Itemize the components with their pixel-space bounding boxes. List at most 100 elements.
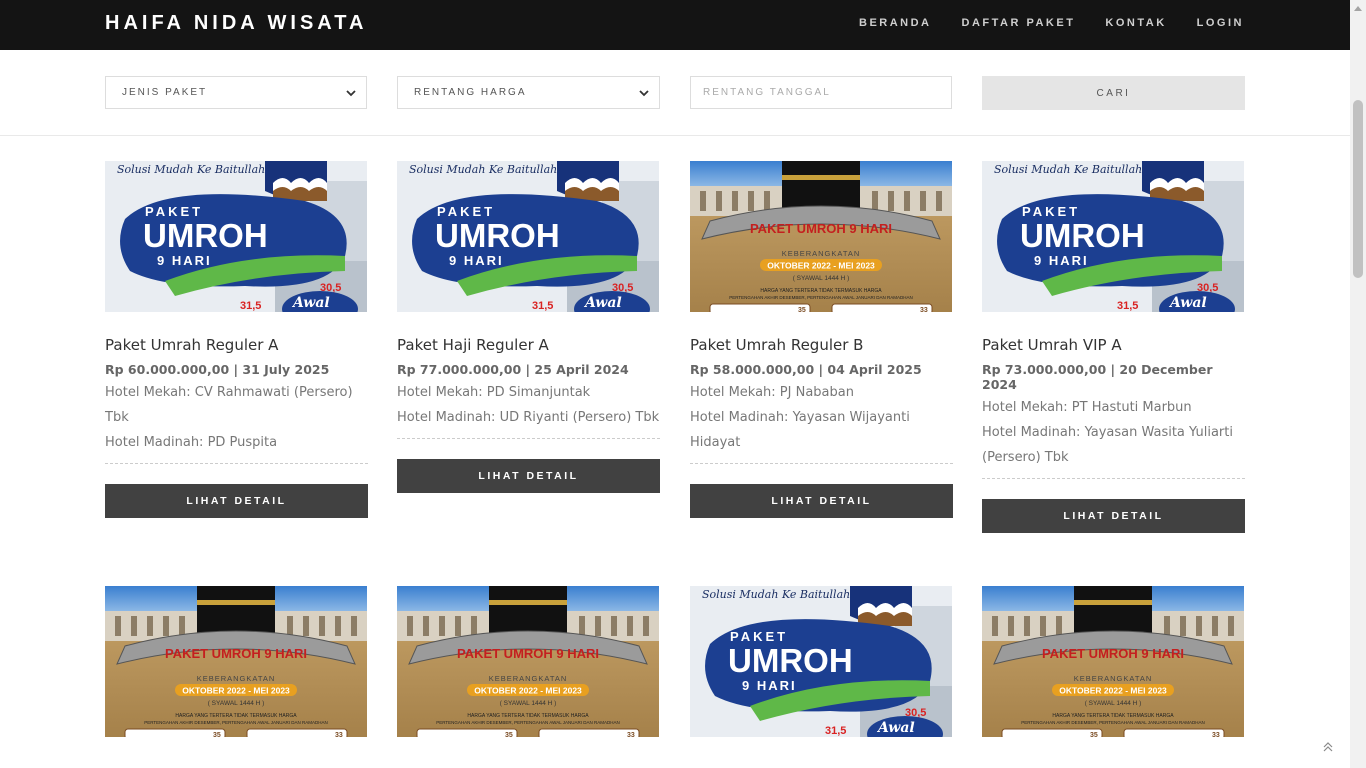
banner-hari: 9 HARI: [449, 253, 504, 268]
cari-label: CARI: [1096, 87, 1131, 99]
banner-num1: 35: [1090, 732, 1098, 737]
banner-price1: 31,5: [1117, 300, 1138, 312]
banner-awal: Awal: [291, 295, 330, 311]
jenis-paket-label: JENIS PAKET: [122, 87, 208, 98]
banner-price1: 31,5: [240, 300, 261, 312]
banner-umroh: UMROH: [435, 217, 560, 254]
banner-note1: HARGA YANG TERTERA TIDAK TERMASUK HARGA: [175, 713, 297, 719]
hotel-mekah: Hotel Mekah: PJ Nababan: [690, 385, 854, 400]
brand-logo-text[interactable]: HAIFA NIDA WISATA: [105, 12, 367, 35]
package-title[interactable]: Paket Haji Reguler A: [397, 336, 660, 354]
package-title[interactable]: Paket Umrah Reguler B: [690, 336, 953, 354]
banner-keberangkatan: KEBERANGKATAN: [782, 249, 861, 258]
filter-bar: JENIS PAKET RENTANG HARGA RENTANG TANGGA…: [0, 50, 1350, 136]
package-banner-image[interactable]: Solusi Mudah Ke Baitullah PAKET UMROH 9 …: [105, 161, 367, 312]
banner-hari: 9 HARI: [742, 678, 797, 693]
banner-syawal: ( SYAWAL 1444 H ): [500, 700, 557, 707]
lihat-detail-label: LIHAT DETAIL: [1063, 510, 1164, 522]
nav-beranda[interactable]: BERANDA: [859, 17, 932, 29]
package-title[interactable]: Paket Umrah Reguler A: [105, 336, 368, 354]
package-banner-image[interactable]: Solusi Mudah Ke Baitullah PAKET UMROH 9 …: [982, 161, 1244, 312]
nav-daftar-paket[interactable]: DAFTAR PAKET: [962, 17, 1076, 29]
lihat-detail-button[interactable]: LIHAT DETAIL: [690, 484, 953, 518]
lihat-detail-button[interactable]: LIHAT DETAIL: [105, 484, 368, 518]
banner-note2: PERTENGAHAN AKHIR DESEMBER, PERTENGAHAN …: [1021, 720, 1205, 725]
package-banner-image[interactable]: PAKET UMROH 9 HARI KEBERANGKATAN OKTOBER…: [982, 586, 1244, 737]
hotel-madinah: Hotel Madinah: PD Puspita: [105, 435, 278, 450]
banner-num1: 35: [798, 307, 806, 312]
banner-ribbon: PAKET UMROH 9 HARI: [165, 646, 307, 661]
chevron-down-icon: [346, 90, 356, 97]
banner-syawal: ( SYAWAL 1444 H ): [793, 275, 850, 282]
banner-awal: Awal: [583, 295, 622, 311]
package-hotels: Hotel Mekah: PJ Nababan Hotel Madinah: Y…: [690, 380, 953, 464]
package-banner-image[interactable]: PAKET UMROH 9 HARI KEBERANGKATAN OKTOBER…: [105, 586, 367, 737]
banner-keberangkatan: KEBERANGKATAN: [197, 674, 276, 683]
package-banner-image[interactable]: PAKET UMROH 9 HARI KEBERANGKATAN OKTOBER…: [397, 586, 659, 737]
package-banner-image[interactable]: Solusi Mudah Ke Baitullah PAKET UMROH 9 …: [690, 586, 952, 737]
rentang-harga-select[interactable]: RENTANG HARGA: [397, 76, 660, 109]
banner-tagline: Solusi Mudah Ke Baitullah: [117, 163, 265, 176]
package-title[interactable]: Paket Umrah VIP A: [982, 336, 1245, 354]
banner-hari: 9 HARI: [157, 253, 212, 268]
package-price-date: Rp 73.000.000,00 | 20 December 2024: [982, 362, 1213, 392]
banner-note2: PERTENGAHAN AKHIR DESEMBER, PERTENGAHAN …: [436, 720, 620, 725]
package-card: PAKET UMROH 9 HARI KEBERANGKATAN OKTOBER…: [105, 586, 368, 737]
banner-num2: 33: [1212, 732, 1220, 737]
page-scrollbar[interactable]: [1350, 0, 1366, 768]
banner-tagline: Solusi Mudah Ke Baitullah: [409, 163, 557, 176]
banner-ribbon: PAKET UMROH 9 HARI: [1042, 646, 1184, 661]
package-hotels: Hotel Mekah: CV Rahmawati (Persero) Tbk …: [105, 380, 368, 464]
hotel-madinah: Hotel Madinah: Yayasan Wijayanti Hidayat: [690, 410, 910, 450]
banner-note1: HARGA YANG TERTERA TIDAK TERMASUK HARGA: [1052, 713, 1174, 719]
package-hotels: Hotel Mekah: PD Simanjuntak Hotel Madina…: [397, 380, 660, 439]
rentang-harga-label: RENTANG HARGA: [414, 87, 527, 98]
package-card: Solusi Mudah Ke Baitullah PAKET UMROH 9 …: [982, 161, 1245, 533]
banner-num1: 35: [213, 732, 221, 737]
banner-note2: PERTENGAHAN AKHIR DESEMBER, PERTENGAHAN …: [144, 720, 328, 725]
banner-note1: HARGA YANG TERTERA TIDAK TERMASUK HARGA: [760, 288, 882, 294]
package-price-date: Rp 77.000.000,00 | 25 April 2024: [397, 362, 629, 377]
banner-price1: 31,5: [532, 300, 553, 312]
chevron-down-icon: [639, 90, 649, 97]
jenis-paket-select[interactable]: JENIS PAKET: [105, 76, 367, 109]
banner-periode: OKTOBER 2022 - MEI 2023: [182, 686, 290, 696]
banner-syawal: ( SYAWAL 1444 H ): [208, 700, 265, 707]
banner-price1: 31,5: [825, 725, 846, 737]
package-card: Solusi Mudah Ke Baitullah PAKET UMROH 9 …: [397, 161, 660, 493]
lihat-detail-button[interactable]: LIHAT DETAIL: [982, 499, 1245, 533]
banner-keberangkatan: KEBERANGKATAN: [1074, 674, 1153, 683]
lihat-detail-label: LIHAT DETAIL: [478, 470, 579, 482]
package-card: Solusi Mudah Ke Baitullah PAKET UMROH 9 …: [690, 586, 953, 737]
banner-note1: HARGA YANG TERTERA TIDAK TERMASUK HARGA: [467, 713, 589, 719]
lihat-detail-button[interactable]: LIHAT DETAIL: [397, 459, 660, 493]
banner-tagline: Solusi Mudah Ke Baitullah: [702, 588, 850, 601]
package-card: Solusi Mudah Ke Baitullah PAKET UMROH 9 …: [105, 161, 368, 518]
banner-syawal: ( SYAWAL 1444 H ): [1085, 700, 1142, 707]
rentang-tanggal-input[interactable]: RENTANG TANGGAL: [690, 76, 952, 109]
lihat-detail-label: LIHAT DETAIL: [771, 495, 872, 507]
banner-periode: OKTOBER 2022 - MEI 2023: [474, 686, 582, 696]
package-price-date: Rp 58.000.000,00 | 04 April 2025: [690, 362, 922, 377]
banner-num2: 33: [627, 732, 635, 737]
scrollbar-thumb[interactable]: [1353, 100, 1363, 278]
hotel-madinah: Hotel Madinah: Yayasan Wasita Yuliarti (…: [982, 425, 1233, 465]
hotel-mekah: Hotel Mekah: PD Simanjuntak: [397, 385, 591, 400]
package-card: PAKET UMROH 9 HARI KEBERANGKATAN OKTOBER…: [397, 586, 660, 737]
banner-note2: PERTENGAHAN AKHIR DESEMBER, PERTENGAHAN …: [729, 295, 913, 300]
cari-button[interactable]: CARI: [982, 76, 1245, 110]
package-price-date: Rp 60.000.000,00 | 31 July 2025: [105, 362, 330, 377]
banner-ribbon: PAKET UMROH 9 HARI: [457, 646, 599, 661]
scroll-up-arrow-icon[interactable]: [1354, 6, 1362, 11]
nav-login[interactable]: LOGIN: [1197, 17, 1244, 29]
package-banner-image[interactable]: Solusi Mudah Ke Baitullah PAKET UMROH 9 …: [397, 161, 659, 312]
hotel-madinah: Hotel Madinah: UD Riyanti (Persero) Tbk: [397, 410, 660, 425]
banner-umroh: UMROH: [728, 642, 853, 679]
package-banner-image[interactable]: PAKET UMROH 9 HARI KEBERANGKATAN OKTOBER…: [690, 161, 952, 312]
package-hotels: Hotel Mekah: PT Hastuti Marbun Hotel Mad…: [982, 395, 1245, 479]
banner-umroh: UMROH: [1020, 217, 1145, 254]
banner-awal: Awal: [1168, 295, 1207, 311]
back-to-top-icon[interactable]: [1321, 740, 1335, 754]
hotel-mekah: Hotel Mekah: PT Hastuti Marbun: [982, 400, 1192, 415]
nav-kontak[interactable]: KONTAK: [1105, 17, 1166, 29]
